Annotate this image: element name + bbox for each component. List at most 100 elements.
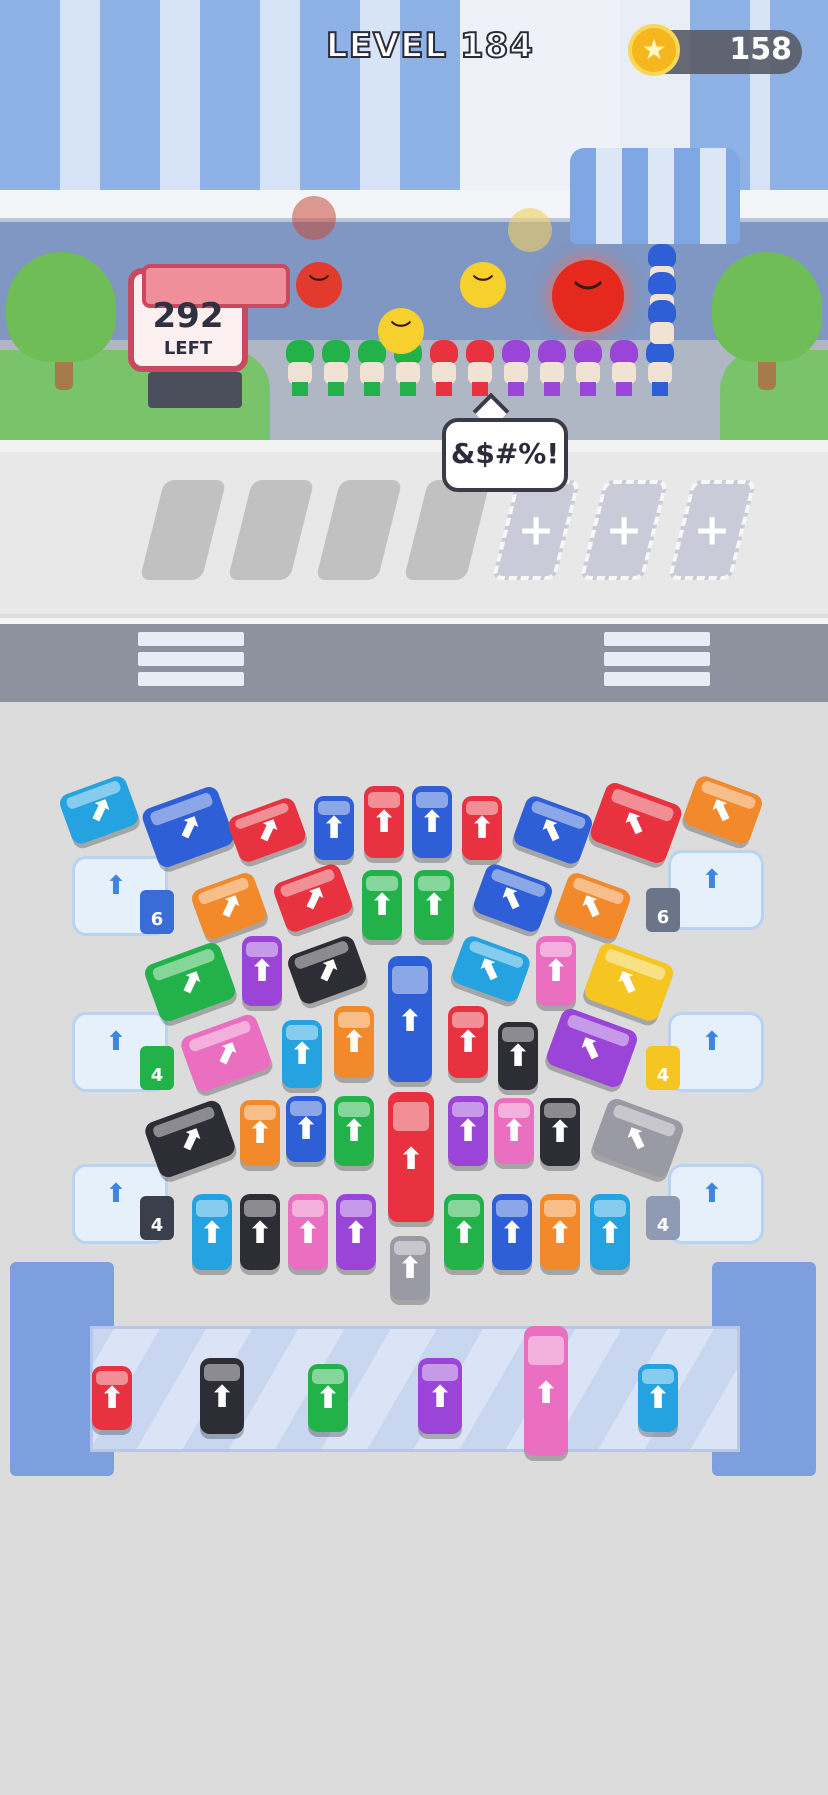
- direction-arrow-icon: ⬆: [397, 1251, 423, 1287]
- car-window: [340, 1200, 372, 1217]
- green-car[interactable]: ⬆: [308, 1364, 348, 1432]
- direction-arrow-icon: ⬈: [295, 877, 331, 920]
- direction-arrow-icon: ⬆: [341, 1114, 367, 1150]
- speech-bubble: &$#%!: [442, 418, 568, 492]
- gray-car[interactable]: ⬆: [390, 1236, 430, 1300]
- purple-car[interactable]: ⬆: [336, 1194, 376, 1270]
- garage-right-1[interactable]: ⬆: [668, 850, 764, 930]
- direction-arrow-icon: ⬈: [211, 885, 247, 928]
- direction-arrow-icon: ⬆: [455, 1025, 481, 1061]
- green-car[interactable]: ⬆: [334, 1096, 374, 1166]
- green-car[interactable]: ⬆: [414, 870, 454, 940]
- direction-arrow-icon: ⬆: [597, 1215, 623, 1251]
- building-stripe: [200, 0, 260, 200]
- direction-arrow-icon: ⬆: [451, 1215, 477, 1251]
- red-car[interactable]: ⬆: [462, 796, 502, 860]
- blue-car[interactable]: ⬆: [412, 786, 452, 858]
- direction-arrow-icon: ⬆: [543, 954, 569, 990]
- direction-arrow-icon: ⬈: [172, 961, 209, 1004]
- blue-car[interactable]: ⬆: [388, 956, 432, 1082]
- direction-arrow-icon: ⬆: [547, 1215, 573, 1251]
- purple-car[interactable]: ⬆: [242, 936, 282, 1006]
- cyan-car[interactable]: ⬆: [282, 1020, 322, 1088]
- cyan-car[interactable]: ⬆: [638, 1364, 678, 1432]
- green-car[interactable]: ⬆: [444, 1194, 484, 1270]
- red-car[interactable]: ⬆: [364, 786, 404, 858]
- direction-arrow-icon: ⬉: [705, 789, 741, 832]
- direction-arrow-icon: ⬉: [619, 1117, 656, 1160]
- building-stripe: [0, 0, 60, 200]
- black-car[interactable]: ⬆: [540, 1098, 580, 1166]
- direction-arrow-icon: ⬉: [473, 948, 509, 991]
- pink-car[interactable]: ⬆: [536, 936, 576, 1006]
- garage-count: 4: [140, 1046, 174, 1090]
- annoyed-face-icon: ︶: [460, 262, 506, 308]
- direction-arrow-icon: ⬆: [455, 1114, 481, 1150]
- orange-car[interactable]: ⬆: [240, 1100, 280, 1166]
- direction-arrow-icon: ⬆: [199, 1215, 225, 1251]
- garage-count: 4: [646, 1046, 680, 1090]
- direction-arrow-icon: ⬆: [371, 805, 397, 841]
- palm-tree: [6, 252, 116, 362]
- direction-arrow-icon: ⬆: [249, 954, 275, 990]
- car-window: [544, 1200, 576, 1217]
- direction-arrow-icon: ⬆: [315, 1381, 341, 1417]
- angry-face-icon: ︶: [296, 262, 342, 308]
- shop-awning: [570, 148, 740, 244]
- direction-arrow-icon: ⬆: [341, 1025, 367, 1061]
- pink-car[interactable]: ⬆: [288, 1194, 328, 1270]
- lane-marking: [138, 672, 244, 686]
- remaining-count: 292: [152, 296, 224, 336]
- red-car[interactable]: ⬆: [388, 1092, 434, 1222]
- blue-car[interactable]: ⬆: [286, 1096, 326, 1162]
- direction-arrow-icon: ⬉: [573, 1027, 610, 1070]
- direction-arrow-icon: ⬆: [289, 1037, 315, 1073]
- purple-car[interactable]: ⬆: [448, 1096, 488, 1166]
- garage-count: 4: [646, 1196, 680, 1240]
- black-car[interactable]: ⬆: [240, 1194, 280, 1270]
- lane-marking: [604, 672, 710, 686]
- green-car[interactable]: ⬆: [362, 870, 402, 940]
- passenger: [320, 340, 352, 396]
- direction-arrow-icon: ⬆: [469, 811, 495, 847]
- pink-car[interactable]: ⬆: [524, 1326, 568, 1456]
- orange-car[interactable]: ⬆: [334, 1006, 374, 1078]
- cyan-car[interactable]: ⬆: [590, 1194, 630, 1270]
- palm-tree: [712, 252, 822, 362]
- red-car[interactable]: ⬆: [92, 1366, 132, 1430]
- car-window: [392, 966, 428, 994]
- direction-arrow-icon: ⬆: [369, 888, 395, 924]
- building-stripe: [60, 0, 100, 200]
- black-car[interactable]: ⬆: [498, 1022, 538, 1090]
- plus-icon: +: [517, 504, 555, 556]
- direction-arrow-icon: ⬆: [397, 1003, 423, 1039]
- direction-arrow-icon: ⬉: [495, 877, 531, 920]
- garage-right-2[interactable]: ⬆: [668, 1012, 764, 1092]
- direction-arrow-icon: ⬆: [499, 1215, 525, 1251]
- orange-car[interactable]: ⬆: [540, 1194, 580, 1270]
- building-stripe: [160, 0, 200, 200]
- blue-car[interactable]: ⬆: [314, 796, 354, 860]
- garage-right-3[interactable]: ⬆: [668, 1164, 764, 1244]
- passenger: [428, 340, 460, 396]
- coin-count: 158: [729, 32, 792, 67]
- car-window: [448, 1200, 480, 1217]
- direction-arrow-icon: ⬆: [427, 1379, 453, 1415]
- red-car[interactable]: ⬆: [448, 1006, 488, 1078]
- direction-arrow-icon: ⬈: [249, 809, 285, 852]
- star-coin-icon: ★: [641, 33, 667, 66]
- annoyed-face-icon: [508, 208, 552, 252]
- passenger: [500, 340, 532, 396]
- direction-arrow-icon: ⬆: [645, 1381, 671, 1417]
- purple-car[interactable]: ⬆: [418, 1358, 462, 1434]
- direction-arrow-icon: ⬈: [208, 1032, 245, 1075]
- pink-car[interactable]: ⬆: [494, 1098, 534, 1164]
- cyan-car[interactable]: ⬆: [192, 1194, 232, 1270]
- up-arrow-icon: ⬆: [105, 1179, 127, 1209]
- passenger: [646, 300, 678, 356]
- garage-count: 6: [140, 890, 174, 934]
- lane-marking: [604, 632, 710, 646]
- car-window: [496, 1200, 528, 1217]
- blue-car[interactable]: ⬆: [492, 1194, 532, 1270]
- black-car[interactable]: ⬆: [200, 1358, 244, 1434]
